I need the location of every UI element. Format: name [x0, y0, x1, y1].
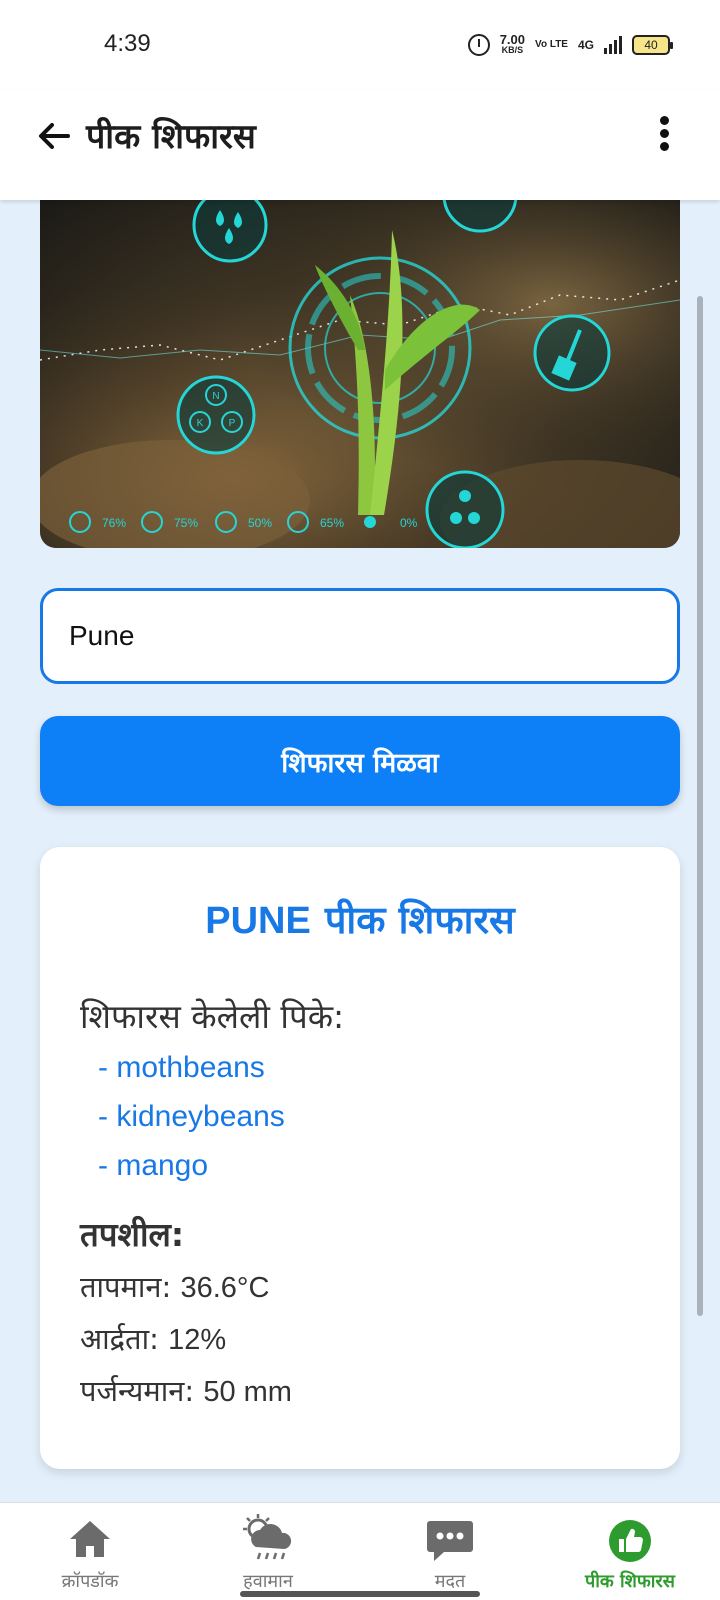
- temperature-row: तापमान: 36.6°C: [80, 1267, 269, 1306]
- nav-label: क्रॉपडॉक: [61, 1571, 119, 1592]
- status-bar: 4:39 7.00 KB/S Vo LTE 4G 40: [0, 0, 720, 90]
- list-item: - mothbeans: [98, 1051, 265, 1084]
- home-indicator[interactable]: [240, 1591, 480, 1597]
- nutrient-n: N: [212, 391, 219, 402]
- stat-1: 76%: [102, 516, 126, 530]
- scrollbar[interactable]: [697, 296, 703, 1316]
- crops-heading: शिफारस केलेली पिके:: [80, 997, 345, 1036]
- nav-item-weather[interactable]: हवामान: [178, 1503, 358, 1600]
- list-item: - kidneybeans: [98, 1100, 285, 1133]
- weather-icon: [243, 1514, 292, 1560]
- nav-item-help[interactable]: मदत: [360, 1503, 540, 1600]
- status-time: 4:39: [104, 30, 151, 57]
- bottom-navigation: क्रॉपडॉक हवामान मदत पीक शिफारस: [0, 1502, 720, 1600]
- detail-label: आर्द्रता:: [80, 1322, 159, 1356]
- humidity-row: आर्द्रता: 12%: [80, 1319, 226, 1358]
- rainfall-row: पर्जन्यमान: 50 mm: [80, 1371, 292, 1410]
- hero-image: N K P 76% 75% 50% 65% 0%: [40, 200, 680, 548]
- result-title-suffix: पीक शिफारस: [324, 898, 515, 942]
- stat-5: 0%: [400, 516, 418, 530]
- status-icons: 7.00 KB/S Vo LTE 4G 40: [467, 30, 673, 60]
- detail-value: 36.6°C: [180, 1272, 270, 1304]
- result-title: PUNE पीक शिफारस: [40, 893, 680, 945]
- back-arrow-icon[interactable]: [34, 116, 74, 156]
- network-type: 4G: [577, 38, 594, 52]
- get-recommendation-button[interactable]: शिफारस मिळवा: [40, 716, 680, 806]
- detail-value: 50 mm: [203, 1376, 292, 1408]
- detail-label: पर्जन्यमान:: [80, 1374, 195, 1408]
- city-input[interactable]: [40, 588, 680, 684]
- more-options-icon[interactable]: [658, 116, 670, 152]
- smart-farming-illustration: N K P 76% 75% 50% 65% 0%: [40, 200, 680, 548]
- nav-item-crop-recommendation[interactable]: पीक शिफारस: [540, 1503, 720, 1600]
- battery-icon: 40: [632, 35, 673, 55]
- nav-label: मदत: [434, 1571, 466, 1592]
- list-item: - mango: [98, 1149, 209, 1182]
- network-speed: 7.00 KB/S: [500, 33, 525, 56]
- home-icon: [70, 1521, 110, 1557]
- nav-label: हवामान: [243, 1571, 293, 1592]
- stat-4: 65%: [320, 516, 344, 530]
- stat-2: 75%: [174, 516, 198, 530]
- nutrient-k: K: [197, 418, 204, 429]
- alarm-icon: [467, 34, 490, 56]
- chat-icon: [427, 1521, 473, 1561]
- app-bar: पीक शिफारस: [0, 90, 720, 200]
- speed-unit: KB/S: [501, 45, 524, 55]
- thumbs-up-icon: [609, 1520, 651, 1562]
- crop-list: - mothbeans - kidneybeans - mango: [98, 1043, 285, 1190]
- detail-label: तापमान:: [80, 1270, 172, 1304]
- result-city: PUNE: [205, 900, 311, 942]
- page-title: पीक शिफारस: [86, 117, 256, 157]
- volte-icon: Vo LTE: [535, 39, 568, 50]
- details-heading: तपशील:: [80, 1215, 185, 1254]
- result-card: PUNE पीक शिफारस शिफारस केलेली पिके: - mot…: [40, 847, 680, 1469]
- nav-item-cropdoc[interactable]: क्रॉपडॉक: [0, 1503, 180, 1600]
- nutrient-p: P: [229, 418, 236, 429]
- signal-icon: [604, 36, 622, 54]
- detail-value: 12%: [168, 1324, 227, 1356]
- nav-label: पीक शिफारस: [585, 1571, 675, 1592]
- stat-3: 50%: [248, 516, 272, 530]
